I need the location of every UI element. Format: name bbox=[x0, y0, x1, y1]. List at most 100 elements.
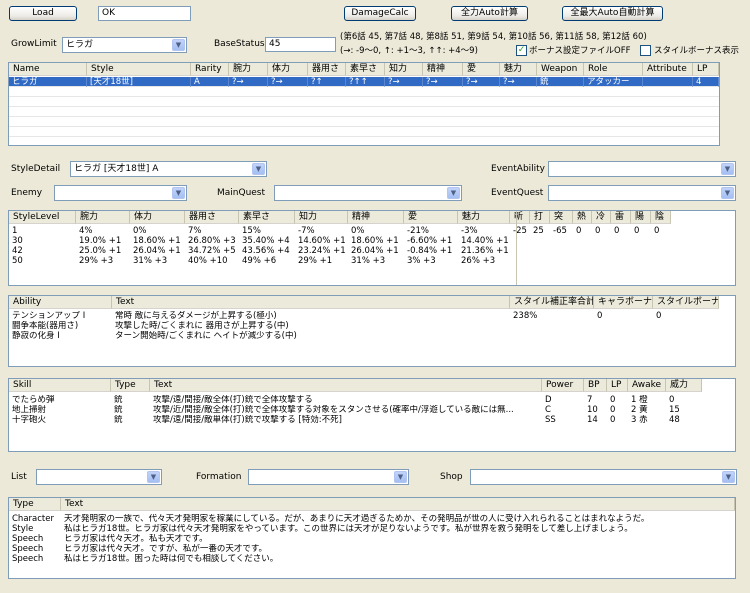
shop-select[interactable]: ▼ bbox=[470, 469, 737, 485]
col-str[interactable]: 腕力 bbox=[76, 211, 130, 224]
col-agi[interactable]: 素早さ bbox=[239, 211, 295, 224]
cell-bp: 7 bbox=[587, 395, 593, 405]
col-int[interactable]: 知力 bbox=[295, 211, 348, 224]
col-type[interactable]: Type bbox=[111, 379, 150, 392]
damage-calc-button[interactable]: DamageCalc bbox=[344, 6, 416, 21]
col-lp[interactable]: LP bbox=[607, 379, 628, 392]
cell-chara-bonus: 0 bbox=[597, 311, 603, 321]
col-cold[interactable]: 冷 bbox=[592, 211, 611, 224]
col-thunder[interactable]: 雷 bbox=[611, 211, 631, 224]
full-auto-calc-button[interactable]: 全力Auto計算 bbox=[451, 6, 528, 21]
table-row[interactable]: 1 4% 0% 7% 15% -7% 0% -21% -3% -25 25 -6… bbox=[9, 226, 671, 236]
event-quest-select[interactable]: ▼ bbox=[548, 185, 736, 201]
col-role[interactable]: Role bbox=[584, 63, 643, 76]
style-bonus-checkbox[interactable] bbox=[640, 45, 651, 56]
table-row[interactable]: でたらめ弾 銃 攻撃/遠/間接/敵全体(打)銃で全体攻撃する D 7 0 1 橙… bbox=[9, 395, 702, 405]
col-text[interactable]: Text bbox=[112, 296, 510, 309]
table-row[interactable]: ヒラガ [天才18世] A ?→ ?→ ?↑ ?↑↑ ?→ ?→ ?→ ?→ 銃… bbox=[9, 77, 719, 87]
cell-type: Character bbox=[12, 514, 54, 524]
col-text[interactable]: Text bbox=[150, 379, 542, 392]
cell-style-bonus: 0 bbox=[656, 311, 662, 321]
status-field[interactable]: OK bbox=[98, 6, 191, 21]
col-dex[interactable]: 器用さ bbox=[185, 211, 239, 224]
col-style-level[interactable]: StyleLevel bbox=[9, 211, 76, 224]
col-vit[interactable]: 体力 bbox=[268, 63, 308, 76]
cell-weapon: 銃 bbox=[537, 77, 584, 87]
table-row[interactable]: 42 25.0% +1 26.04% +1 34.72% +5 43.56% +… bbox=[9, 246, 510, 256]
list-label: List bbox=[11, 472, 27, 482]
col-name[interactable]: Name bbox=[9, 63, 87, 76]
col-wil[interactable]: 精神 bbox=[348, 211, 404, 224]
col-style-bonus[interactable]: スタイルボーナス bbox=[653, 296, 719, 309]
enemy-select[interactable]: ▼ bbox=[54, 185, 187, 201]
table-row[interactable]: 静寂の化身 I ターン開始時/ごくまれに ヘイトが減少する(中) bbox=[9, 331, 719, 341]
style-detail-select[interactable]: ヒラガ [天才18世] A ▼ bbox=[70, 161, 267, 177]
col-agi[interactable]: 素早さ bbox=[346, 63, 385, 76]
cell: 29% +1 bbox=[298, 256, 333, 266]
cell-power: C bbox=[545, 405, 551, 415]
col-weapon[interactable]: Weapon bbox=[537, 63, 584, 76]
cell: 25.0% +1 bbox=[79, 246, 122, 256]
col-dex[interactable]: 器用さ bbox=[308, 63, 346, 76]
col-potency[interactable]: 威力 bbox=[666, 379, 702, 392]
table-row[interactable]: 十字砲火 銃 攻撃/遠/間接/敵単体(打)銃で攻撃する [特効:不死] SS 1… bbox=[9, 415, 702, 425]
table-row[interactable]: 50 29% +3 31% +3 40% +10 49% +6 29% +1 3… bbox=[9, 256, 510, 266]
col-slash[interactable]: 斬 bbox=[510, 211, 530, 224]
table-row[interactable]: Speech ヒラガ家は代々天才。私も天才です。 bbox=[9, 534, 735, 544]
col-type[interactable]: Type bbox=[9, 498, 61, 511]
formation-select[interactable]: ▼ bbox=[248, 469, 409, 485]
table-row[interactable]: Character 天才発明家の一族で、代々天才発明家を稼業にしている。だが、あ… bbox=[9, 514, 735, 524]
max-auto-calc-button[interactable]: 全最大Auto自動計算 bbox=[562, 6, 663, 21]
col-wil[interactable]: 精神 bbox=[423, 63, 463, 76]
table-row[interactable]: 30 19.0% +1 18.60% +1 26.80% +3 35.40% +… bbox=[9, 236, 510, 246]
col-attribute[interactable]: Attribute bbox=[643, 63, 693, 76]
cell: 15% bbox=[242, 226, 261, 236]
col-bp[interactable]: BP bbox=[584, 379, 607, 392]
table-row[interactable]: テンションアップ I 常時 敵に与えるダメージが上昇する(極小) 238% 0 … bbox=[9, 311, 719, 321]
cell-text: 私はヒラガ18世。困った時は何でも相談してください。 bbox=[64, 554, 279, 564]
col-style[interactable]: Style bbox=[87, 63, 191, 76]
col-chara-bonus[interactable]: キャラボーナス bbox=[594, 296, 653, 309]
cell: 34.72% +5 bbox=[188, 246, 236, 256]
col-lp[interactable]: LP bbox=[693, 63, 719, 76]
col-heat[interactable]: 熱 bbox=[573, 211, 592, 224]
cell-agi: ?↑↑ bbox=[346, 77, 385, 87]
col-cha[interactable]: 魅力 bbox=[458, 211, 510, 224]
col-cha[interactable]: 魅力 bbox=[500, 63, 537, 76]
col-int[interactable]: 知力 bbox=[385, 63, 423, 76]
cell: 0 bbox=[576, 226, 582, 236]
load-button[interactable]: Load bbox=[9, 6, 77, 21]
col-text[interactable]: Text bbox=[61, 498, 735, 511]
col-str[interactable]: 腕力 bbox=[229, 63, 268, 76]
col-ability[interactable]: Ability bbox=[9, 296, 112, 309]
table-row[interactable]: Speech ヒラガ家は代々天才。ですが、私が一番の天才です。 bbox=[9, 544, 735, 554]
col-vit[interactable]: 体力 bbox=[130, 211, 185, 224]
list-select[interactable]: ▼ bbox=[36, 469, 162, 485]
cell-text: ヒラガ家は代々天才。ですが、私が一番の天才です。 bbox=[64, 544, 267, 554]
col-sun[interactable]: 陽 bbox=[631, 211, 651, 224]
bonus-file-off-checkbox[interactable]: ✓ bbox=[516, 45, 527, 56]
col-rarity[interactable]: Rarity bbox=[191, 63, 229, 76]
main-quest-label: MainQuest bbox=[217, 188, 266, 198]
table-row[interactable]: Style 私はヒラガ18世。ヒラガ家は代々天才発明家をやっています。この世界に… bbox=[9, 524, 735, 534]
event-ability-select[interactable]: ▼ bbox=[548, 161, 736, 177]
col-shade[interactable]: 陰 bbox=[651, 211, 671, 224]
col-pierce[interactable]: 突 bbox=[550, 211, 573, 224]
cell-lp: 0 bbox=[610, 395, 616, 405]
col-awake[interactable]: Awake bbox=[628, 379, 666, 392]
col-skill[interactable]: Skill bbox=[9, 379, 111, 392]
main-quest-select[interactable]: ▼ bbox=[274, 185, 462, 201]
col-lov[interactable]: 愛 bbox=[463, 63, 500, 76]
table-row[interactable]: Speech 私はヒラガ18世。困った時は何でも相談してください。 bbox=[9, 554, 735, 564]
col-lov[interactable]: 愛 bbox=[404, 211, 458, 224]
grow-limit-select[interactable]: ヒラガ ▼ bbox=[62, 37, 187, 53]
table-row[interactable]: 地上掃射 銃 攻撃/近/間接/敵全体(打)銃で全体攻撃する対象をスタンさせる(確… bbox=[9, 405, 702, 415]
cell: 35.40% +4 bbox=[242, 236, 290, 246]
col-style-rate-total[interactable]: スタイル補正率合計 bbox=[510, 296, 594, 309]
col-blunt[interactable]: 打 bbox=[530, 211, 550, 224]
ability-table: Ability Text スタイル補正率合計 キャラボーナス スタイルボーナス … bbox=[8, 295, 736, 367]
table-row[interactable]: 闘争本能(器用さ) 攻撃した時/ごくまれに 器用さが上昇する(中) bbox=[9, 321, 719, 331]
col-power[interactable]: Power bbox=[542, 379, 584, 392]
text-table: Type Text Character 天才発明家の一族で、代々天才発明家を稼業… bbox=[8, 497, 736, 579]
base-status-input[interactable]: 45 bbox=[265, 37, 336, 52]
